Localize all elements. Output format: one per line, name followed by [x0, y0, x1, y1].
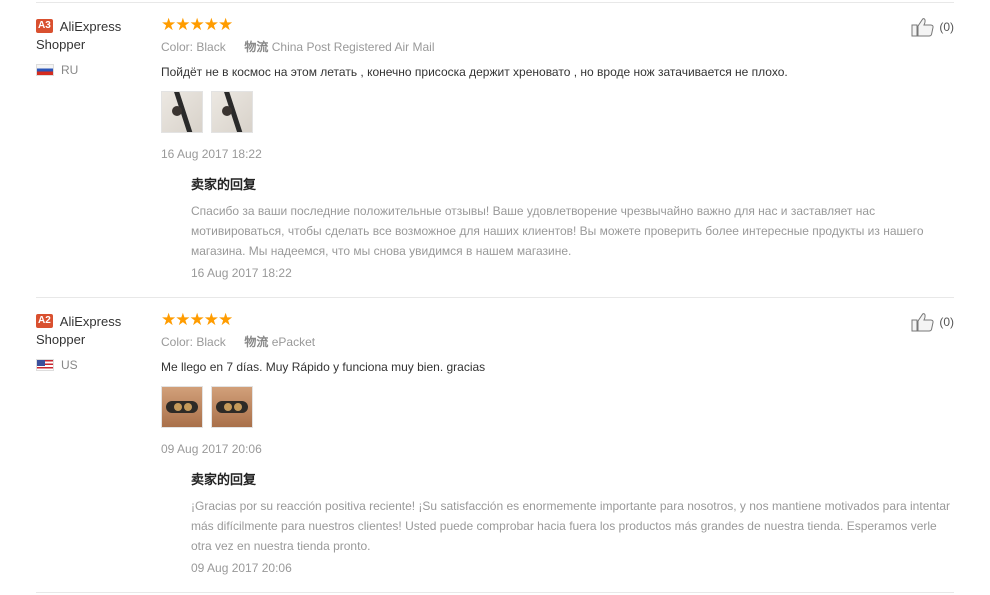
review-content: ★★★★★ Color: Black 物流 China Post Registe… [161, 15, 941, 280]
reviewer-name-line2: Shopper [36, 37, 86, 52]
review-photo-thumbnail[interactable] [161, 386, 203, 428]
reviewer-name: AliExpress [59, 18, 122, 34]
color-value: Black [196, 335, 226, 349]
color-label: Color: [161, 335, 194, 349]
color-label: Color: [161, 40, 194, 54]
review-text: Me llego en 7 días. Muy Rápido y funcion… [161, 360, 486, 374]
helpful-count: (0) [939, 315, 954, 329]
seller-reply-text: Спасибо за ваши последние положительные … [191, 204, 924, 258]
order-info: Color: Black 物流 China Post Registered Ai… [161, 39, 941, 55]
seller-reply-title: 卖家的回复 [191, 473, 257, 488]
logistics-value: China Post Registered Air Mail [271, 40, 435, 54]
review-photos [161, 386, 941, 428]
color-value: Black [196, 40, 226, 54]
helpful-button[interactable]: (0) [911, 17, 954, 37]
review-item: A2 AliExpress Shopper US ★★★★★ Color: Bl… [36, 298, 954, 593]
order-info: Color: Black 物流 ePacket [161, 334, 941, 350]
reviewer-name-line2: Shopper [36, 332, 86, 347]
review-photo-thumbnail[interactable] [211, 91, 253, 133]
flag-us-icon [36, 359, 54, 371]
thumbs-up-icon [911, 17, 935, 37]
star-rating: ★★★★★ [161, 15, 233, 34]
reviewer-country: RU [36, 62, 146, 78]
logistics-label: 物流 [244, 40, 269, 54]
helpful-count: (0) [939, 20, 954, 34]
seller-reply-date: 16 Aug 2017 18:22 [191, 266, 292, 280]
country-code: RU [61, 63, 79, 77]
review-photos [161, 91, 941, 133]
helpful-button[interactable]: (0) [911, 312, 954, 332]
seller-reply: 卖家的回复 ¡Gracias por su reacción positiva … [191, 472, 956, 575]
star-rating: ★★★★★ [161, 310, 233, 329]
logistics-label: 物流 [244, 335, 269, 349]
thumbs-up-icon [911, 312, 935, 332]
buyer-level-badge: A3 [36, 19, 53, 33]
review-photo-thumbnail[interactable] [211, 386, 253, 428]
seller-reply: 卖家的回复 Спасибо за ваши последние положите… [191, 177, 956, 280]
review-photo-thumbnail[interactable] [161, 91, 203, 133]
review-date: 16 Aug 2017 18:22 [161, 147, 262, 161]
review-divider [36, 592, 954, 593]
buyer-level-badge: A2 [36, 314, 53, 328]
review-item: A3 AliExpress Shopper RU ★★★★★ Color: Bl… [36, 3, 954, 298]
reviewer-info: A3 AliExpress Shopper RU [36, 17, 146, 78]
country-code: US [61, 358, 78, 372]
seller-reply-text: ¡Gracias por su reacción positiva recien… [191, 499, 951, 553]
reviewer-country: US [36, 357, 146, 373]
review-date: 09 Aug 2017 20:06 [161, 442, 262, 456]
review-text: Пойдёт не в космос на этом летать , коне… [161, 65, 788, 79]
logistics-value: ePacket [271, 335, 316, 349]
review-content: ★★★★★ Color: Black 物流 ePacket Me llego e… [161, 310, 950, 575]
seller-reply-date: 09 Aug 2017 20:06 [191, 561, 292, 575]
reviewer-name: AliExpress [59, 313, 122, 329]
flag-ru-icon [36, 64, 54, 76]
seller-reply-title: 卖家的回复 [191, 178, 257, 193]
reviewer-info: A2 AliExpress Shopper US [36, 312, 146, 373]
